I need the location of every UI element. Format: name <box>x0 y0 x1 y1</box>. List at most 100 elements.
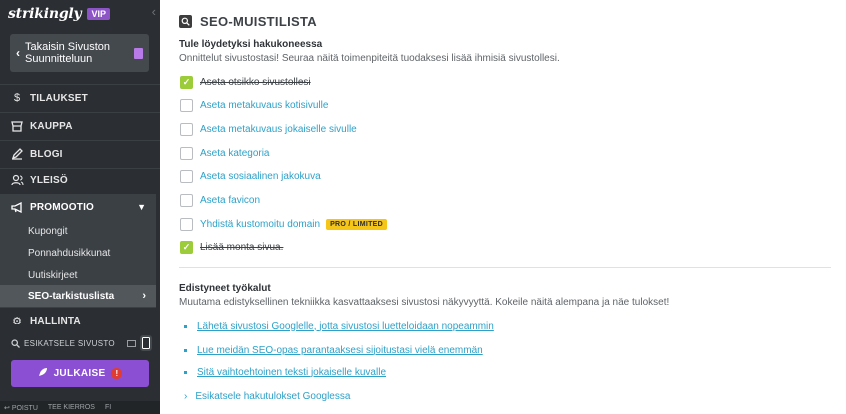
bullet-icon <box>184 348 187 352</box>
pen-icon <box>10 147 24 161</box>
sidebar-item-blog[interactable]: BLOGI <box>0 142 160 166</box>
section-heading-advanced: Edistyneet työkalut <box>179 283 271 294</box>
task-item[interactable]: ✓ Aseta otsikko sivustollesi <box>180 74 311 90</box>
chevron-down-icon: ▼ <box>137 202 146 212</box>
chevron-right-icon: › <box>184 390 188 402</box>
preview-site-label[interactable]: ESIKATSELE SIVUSTO <box>24 339 115 348</box>
section-divider <box>179 267 831 268</box>
sidebar-item-label: TILAUKSET <box>30 92 88 104</box>
dollar-icon: $ <box>13 92 21 104</box>
sidebar-item-label: KAUPPA <box>30 120 73 132</box>
settings-icon: ⚙ <box>12 315 22 325</box>
section-heading-found: Tule löydetyksi hakukoneessa <box>179 39 323 50</box>
task-link[interactable]: Aseta sosiaalinen jakokuva <box>200 171 321 182</box>
preview-site-row: ESIKATSELE SIVUSTO <box>0 334 160 352</box>
device-toggle <box>127 335 152 351</box>
sidebar-subitem-seo-checklist[interactable]: SEO-tarkistuslista › <box>0 285 156 307</box>
link-item: Sitä vaihtoehtoinen teksti jokaiselle ku… <box>184 365 386 379</box>
checkbox[interactable] <box>180 146 193 160</box>
page-icon <box>134 47 143 59</box>
sidebar-item-general[interactable]: YLEISÖ <box>0 168 160 192</box>
language-link[interactable]: FI <box>105 404 111 411</box>
submit-to-google-link[interactable]: Lähetä sivustosi Googlelle, jotta sivust… <box>197 321 494 332</box>
sidebar-item-label: BLOGI <box>30 148 63 160</box>
back-to-editor-button[interactable]: ‹ Takaisin Sivuston Suunnitteluun <box>10 34 149 72</box>
search-icon <box>179 15 192 28</box>
bullet-icon <box>184 324 187 328</box>
sidebar-footer: ↩ POISTU TEE KIERROS FI <box>0 401 160 414</box>
sidebar: strikingly VIP ‹ ‹ Takaisin Sivuston Suu… <box>0 0 160 414</box>
task-label: Lisää monta sivua. <box>200 241 284 253</box>
pro-limited-badge: PRO / LIMITED <box>326 218 387 230</box>
task-link[interactable]: Aseta metakuvaus jokaiselle sivulle <box>200 124 357 135</box>
sidebar-item-manage[interactable]: ⚙ HALLINTA <box>0 308 156 324</box>
page-title: SEO-MUISTILISTA <box>200 14 317 29</box>
link-item: Lähetä sivustosi Googlelle, jotta sivust… <box>184 319 494 333</box>
rocket-icon <box>38 367 48 380</box>
sidebar-subitem-coupons[interactable]: Kupongit <box>0 220 156 242</box>
publish-button[interactable]: JULKAISE ! <box>11 360 149 387</box>
section-description-found: Onnittelut sivustostasi! Seuraa näitä to… <box>179 53 560 64</box>
vip-badge: VIP <box>87 8 110 20</box>
chevron-left-icon: ‹ <box>16 46 20 60</box>
task-item[interactable]: ✓ Lisää monta sivua. <box>180 239 283 255</box>
exit-link[interactable]: ↩ POISTU <box>4 404 38 412</box>
task-item[interactable]: Aseta sosiaalinen jakokuva <box>180 168 321 184</box>
task-item[interactable]: Aseta kategoria <box>180 145 270 161</box>
task-item[interactable]: Aseta metakuvaus jokaiselle sivulle <box>180 121 357 137</box>
checkbox[interactable] <box>180 98 193 112</box>
sidebar-item-label: HALLINTA <box>30 315 81 325</box>
task-item[interactable]: Aseta metakuvaus kotisivulle <box>180 97 328 113</box>
seo-guide-link[interactable]: Lue meidän SEO-opas parantaaksesi sijoit… <box>197 345 483 356</box>
task-item[interactable]: Aseta favicon <box>180 192 260 208</box>
divider <box>0 112 160 113</box>
checkbox-checked[interactable]: ✓ <box>180 75 193 89</box>
google-preview-toggle[interactable]: › Esikatsele hakutulokset Googlessa <box>184 389 350 403</box>
checkbox[interactable] <box>180 217 193 231</box>
search-icon <box>10 338 20 348</box>
bullet-icon <box>184 370 187 374</box>
collapse-sidebar-icon[interactable]: ‹ <box>152 4 156 19</box>
sidebar-subitem-label: SEO-tarkistuslista <box>28 290 115 302</box>
alert-icon: ! <box>111 368 123 379</box>
back-label-line1: Takaisin Sivuston <box>25 41 110 53</box>
back-label-line2: Suunnitteluun <box>25 53 93 65</box>
sidebar-item-promotion[interactable]: PROMOOTIO ▼ <box>0 194 156 220</box>
divider <box>0 84 160 85</box>
checkbox[interactable] <box>180 193 193 207</box>
chevron-right-icon: › <box>142 290 146 302</box>
mobile-icon[interactable] <box>140 335 152 351</box>
back-button-label: Takaisin Sivuston Suunnitteluun <box>25 41 134 65</box>
exit-label: POISTU <box>11 404 38 412</box>
checkbox-checked[interactable]: ✓ <box>180 240 193 254</box>
google-preview-label: Esikatsele hakutulokset Googlessa <box>195 390 351 402</box>
sidebar-item-orders[interactable]: $ TILAUKSET <box>0 86 160 110</box>
task-link[interactable]: Yhdistä kustomoitu domain <box>200 219 320 230</box>
sidebar-item-label: YLEISÖ <box>30 174 68 186</box>
section-description-advanced: Muutama edistyksellinen tekniikka kasvat… <box>179 297 670 308</box>
megaphone-icon <box>10 200 24 214</box>
task-link[interactable]: Aseta kategoria <box>200 148 270 159</box>
strikingly-logo: strikingly <box>8 6 82 22</box>
task-link[interactable]: Aseta metakuvaus kotisivulle <box>200 100 328 111</box>
sidebar-item-label: PROMOOTIO <box>30 201 95 213</box>
task-item[interactable]: Yhdistä kustomoitu domain PRO / LIMITED <box>180 216 387 232</box>
task-label: Aseta otsikko sivustollesi <box>200 76 311 88</box>
tour-link[interactable]: TEE KIERROS <box>48 404 95 411</box>
page-header: SEO-MUISTILISTA <box>179 14 317 29</box>
main-panel: SEO-MUISTILISTA Tule löydetyksi hakukone… <box>160 0 846 414</box>
link-item: Lue meidän SEO-opas parantaaksesi sijoit… <box>184 343 483 357</box>
desktop-icon[interactable] <box>127 339 136 347</box>
publish-label: JULKAISE <box>53 368 106 379</box>
divider <box>0 140 160 141</box>
users-icon <box>10 173 24 187</box>
sidebar-subitem-popups[interactable]: Ponnahdusikkunat <box>0 242 156 264</box>
sidebar-item-store[interactable]: KAUPPA <box>0 114 160 138</box>
task-link[interactable]: Aseta favicon <box>200 195 260 206</box>
store-icon <box>10 119 24 133</box>
brand-bar: strikingly VIP ‹ <box>0 0 160 28</box>
sidebar-subitem-newsletters[interactable]: Uutiskirjeet <box>0 264 156 286</box>
alt-text-link[interactable]: Sitä vaihtoehtoinen teksti jokaiselle ku… <box>197 367 386 378</box>
checkbox[interactable] <box>180 122 193 136</box>
checkbox[interactable] <box>180 169 193 183</box>
